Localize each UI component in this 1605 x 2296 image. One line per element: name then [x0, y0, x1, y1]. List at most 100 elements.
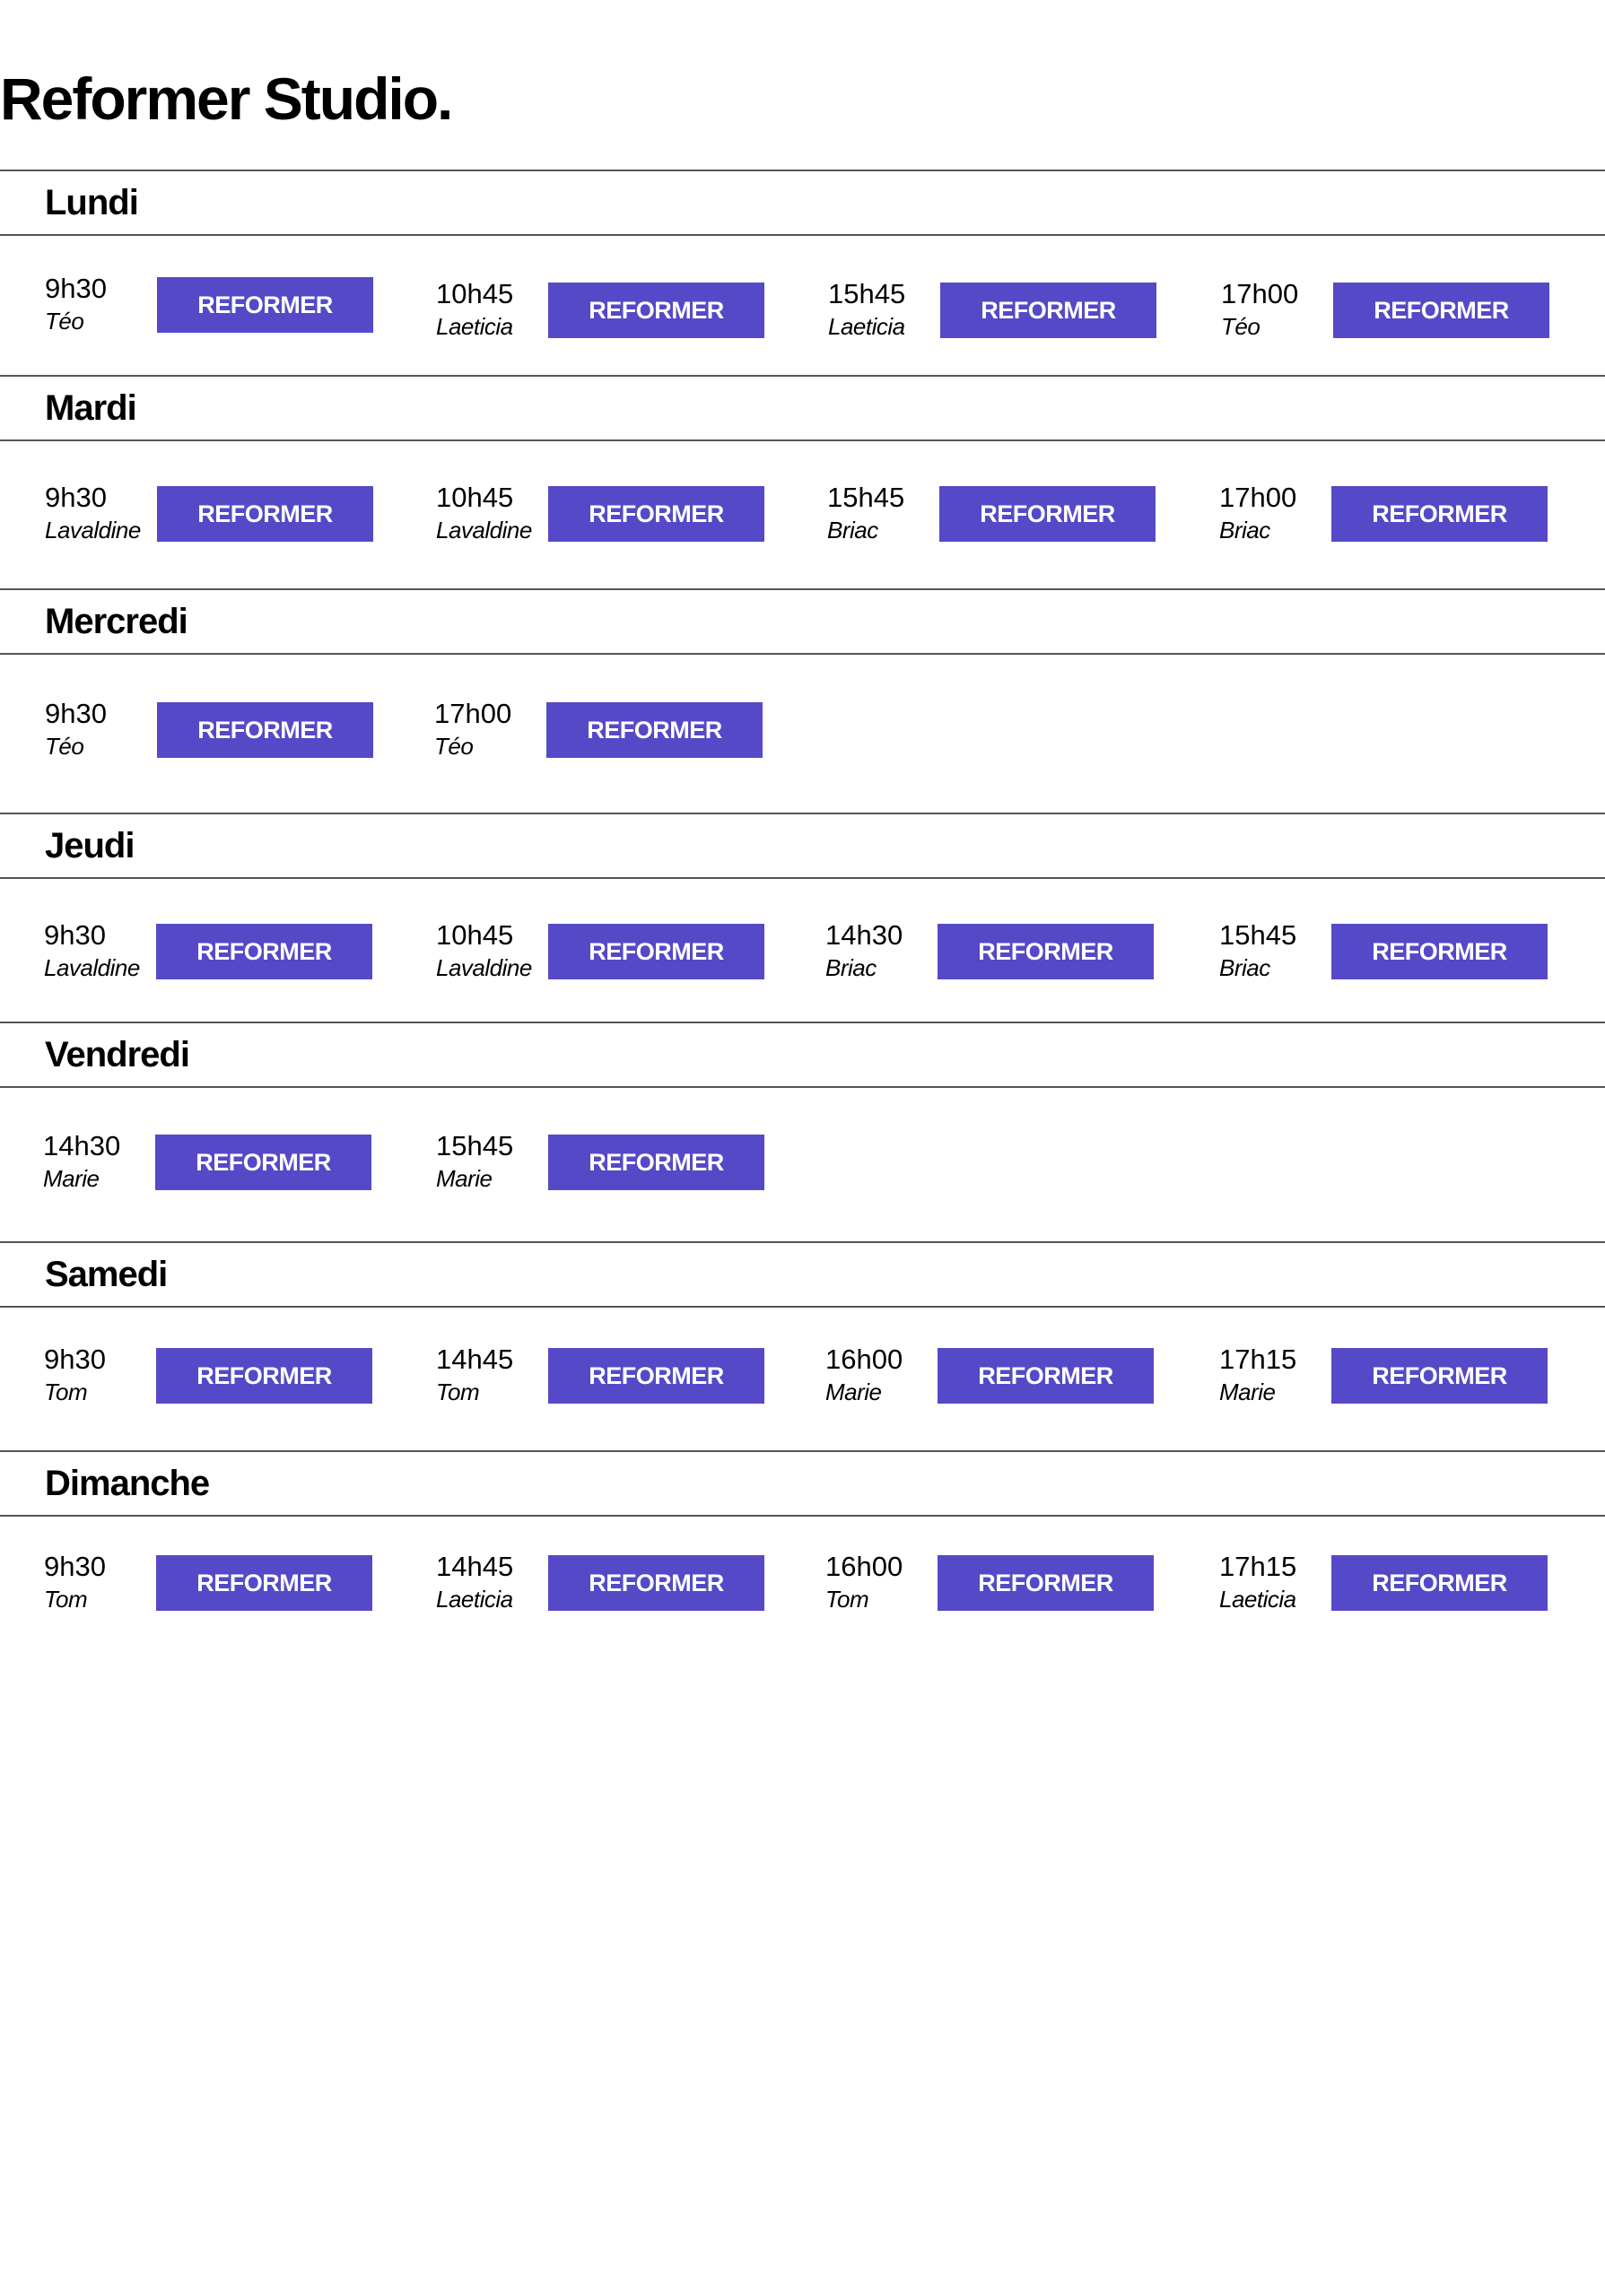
slot-coach: Téo: [45, 733, 84, 760]
class-slot: 15h45 Briac REFORMER: [1219, 919, 1596, 983]
slot-time: 9h30: [45, 482, 107, 513]
reformer-button[interactable]: REFORMER: [548, 283, 764, 338]
slot-time: 10h45: [436, 482, 514, 513]
reformer-button[interactable]: REFORMER: [1331, 486, 1548, 542]
day-name: Mardi: [45, 387, 137, 428]
slot-coach: Briac: [827, 517, 878, 544]
day-name: Mercredi: [45, 601, 188, 641]
reformer-button[interactable]: REFORMER: [157, 486, 373, 542]
day-header: Jeudi: [0, 813, 1605, 879]
slot-coach: Tom: [436, 1378, 480, 1405]
reformer-button[interactable]: REFORMER: [938, 1348, 1154, 1404]
page-title: Reformer Studio.: [0, 65, 453, 132]
slot-time: 15h45: [827, 482, 905, 513]
slot-time: 14h45: [436, 1551, 514, 1582]
slot-coach: Marie: [825, 1378, 882, 1405]
day-name: Dimanche: [45, 1463, 210, 1503]
slot-coach: Téo: [45, 308, 84, 335]
slot-time: 16h00: [825, 1551, 903, 1582]
class-slot: 16h00 Marie REFORMER: [825, 1344, 1202, 1407]
slot-time: 15h45: [1219, 919, 1297, 951]
slot-time: 17h00: [1219, 482, 1297, 513]
class-slot: 15h45 Briac REFORMER: [827, 482, 1204, 545]
slot-coach: Marie: [436, 1165, 493, 1192]
slot-coach: Laeticia: [436, 1586, 513, 1613]
reformer-button[interactable]: REFORMER: [157, 702, 373, 758]
class-slot: 15h45 Laeticia REFORMER: [828, 278, 1205, 342]
class-slot: 14h30 Marie REFORMER: [43, 1130, 420, 1194]
slot-time: 10h45: [436, 278, 514, 309]
slot-time: 9h30: [44, 1551, 106, 1582]
class-slot: 17h00 Téo REFORMER: [1221, 278, 1598, 342]
slot-time: 9h30: [45, 273, 107, 304]
class-slot: 9h30 Téo REFORMER: [45, 698, 422, 761]
slot-coach: Tom: [44, 1378, 88, 1405]
reformer-button[interactable]: REFORMER: [940, 283, 1156, 338]
day-header: Mercredi: [0, 588, 1605, 655]
class-slot: 17h00 Briac REFORMER: [1219, 482, 1596, 545]
slot-coach: Laeticia: [1219, 1586, 1296, 1613]
day-section-mardi: Mardi 9h30 Lavaldine REFORMER 10h45 Lava…: [0, 375, 1605, 544]
reformer-button[interactable]: REFORMER: [156, 924, 372, 979]
slot-time: 9h30: [45, 698, 107, 729]
reformer-button[interactable]: REFORMER: [546, 702, 763, 758]
day-header: Mardi: [0, 375, 1605, 441]
reformer-button[interactable]: REFORMER: [1331, 1348, 1548, 1404]
slot-coach: Marie: [43, 1165, 100, 1192]
slot-coach: Lavaldine: [436, 954, 532, 981]
slot-time: 17h15: [1219, 1551, 1297, 1582]
schedule-page: Reformer Studio. Lundi 9h30 Téo REFORMER…: [0, 0, 1605, 2296]
slot-time: 17h15: [1219, 1344, 1297, 1375]
slot-time: 10h45: [436, 919, 514, 951]
slot-coach: Laeticia: [436, 313, 513, 340]
class-slot: 17h15 Laeticia REFORMER: [1219, 1551, 1596, 1614]
day-section-vendredi: Vendredi 14h30 Marie REFORMER 15h45 Mari…: [0, 1022, 1605, 1192]
slot-coach: Briac: [825, 954, 877, 981]
day-name: Jeudi: [45, 825, 135, 865]
class-slot: 17h15 Marie REFORMER: [1219, 1344, 1596, 1407]
slot-coach: Marie: [1219, 1378, 1276, 1405]
reformer-button[interactable]: REFORMER: [548, 1348, 764, 1404]
slot-time: 15h45: [436, 1130, 514, 1161]
reformer-button[interactable]: REFORMER: [1331, 924, 1548, 979]
reformer-button[interactable]: REFORMER: [157, 277, 373, 333]
slot-coach: Lavaldine: [436, 517, 532, 544]
reformer-button[interactable]: REFORMER: [548, 486, 764, 542]
day-header: Samedi: [0, 1241, 1605, 1308]
reformer-button[interactable]: REFORMER: [938, 1555, 1154, 1611]
day-header: Lundi: [0, 170, 1605, 236]
reformer-button[interactable]: REFORMER: [938, 924, 1154, 979]
slot-coach: Tom: [44, 1586, 88, 1613]
day-section-mercredi: Mercredi 9h30 Téo REFORMER 17h00 Téo REF…: [0, 588, 1605, 760]
class-slot: 9h30 Tom REFORMER: [44, 1344, 421, 1407]
day-section-samedi: Samedi 9h30 Tom REFORMER 14h45 Tom REFOR…: [0, 1241, 1605, 1405]
class-slot: 9h30 Tom REFORMER: [44, 1551, 421, 1614]
slot-time: 15h45: [828, 278, 906, 309]
slot-coach: Téo: [434, 733, 474, 760]
day-section-dimanche: Dimanche 9h30 Tom REFORMER 14h45 Laetici…: [0, 1450, 1605, 1613]
day-header: Vendredi: [0, 1022, 1605, 1088]
reformer-button[interactable]: REFORMER: [156, 1555, 372, 1611]
reformer-button[interactable]: REFORMER: [1331, 1555, 1548, 1611]
slot-time: 17h00: [434, 698, 512, 729]
slot-time: 17h00: [1221, 278, 1299, 309]
slot-coach: Briac: [1219, 954, 1270, 981]
reformer-button[interactable]: REFORMER: [548, 1135, 764, 1190]
class-slot: 14h30 Briac REFORMER: [825, 919, 1202, 983]
slot-time: 14h30: [43, 1130, 121, 1161]
class-slot: 15h45 Marie REFORMER: [436, 1130, 813, 1194]
reformer-button[interactable]: REFORMER: [156, 1348, 372, 1404]
class-slot: 16h00 Tom REFORMER: [825, 1551, 1202, 1614]
class-slot: 10h45 Laeticia REFORMER: [436, 278, 813, 342]
reformer-button[interactable]: REFORMER: [548, 924, 764, 979]
day-name: Samedi: [45, 1254, 168, 1294]
class-slot: 14h45 Laeticia REFORMER: [436, 1551, 813, 1614]
reformer-button[interactable]: REFORMER: [155, 1135, 371, 1190]
slot-time: 9h30: [44, 919, 106, 951]
day-name: Vendredi: [45, 1034, 190, 1074]
day-header: Dimanche: [0, 1450, 1605, 1517]
reformer-button[interactable]: REFORMER: [939, 486, 1156, 542]
reformer-button[interactable]: REFORMER: [548, 1555, 764, 1611]
reformer-button[interactable]: REFORMER: [1333, 283, 1549, 338]
class-slot: 14h45 Tom REFORMER: [436, 1344, 813, 1407]
